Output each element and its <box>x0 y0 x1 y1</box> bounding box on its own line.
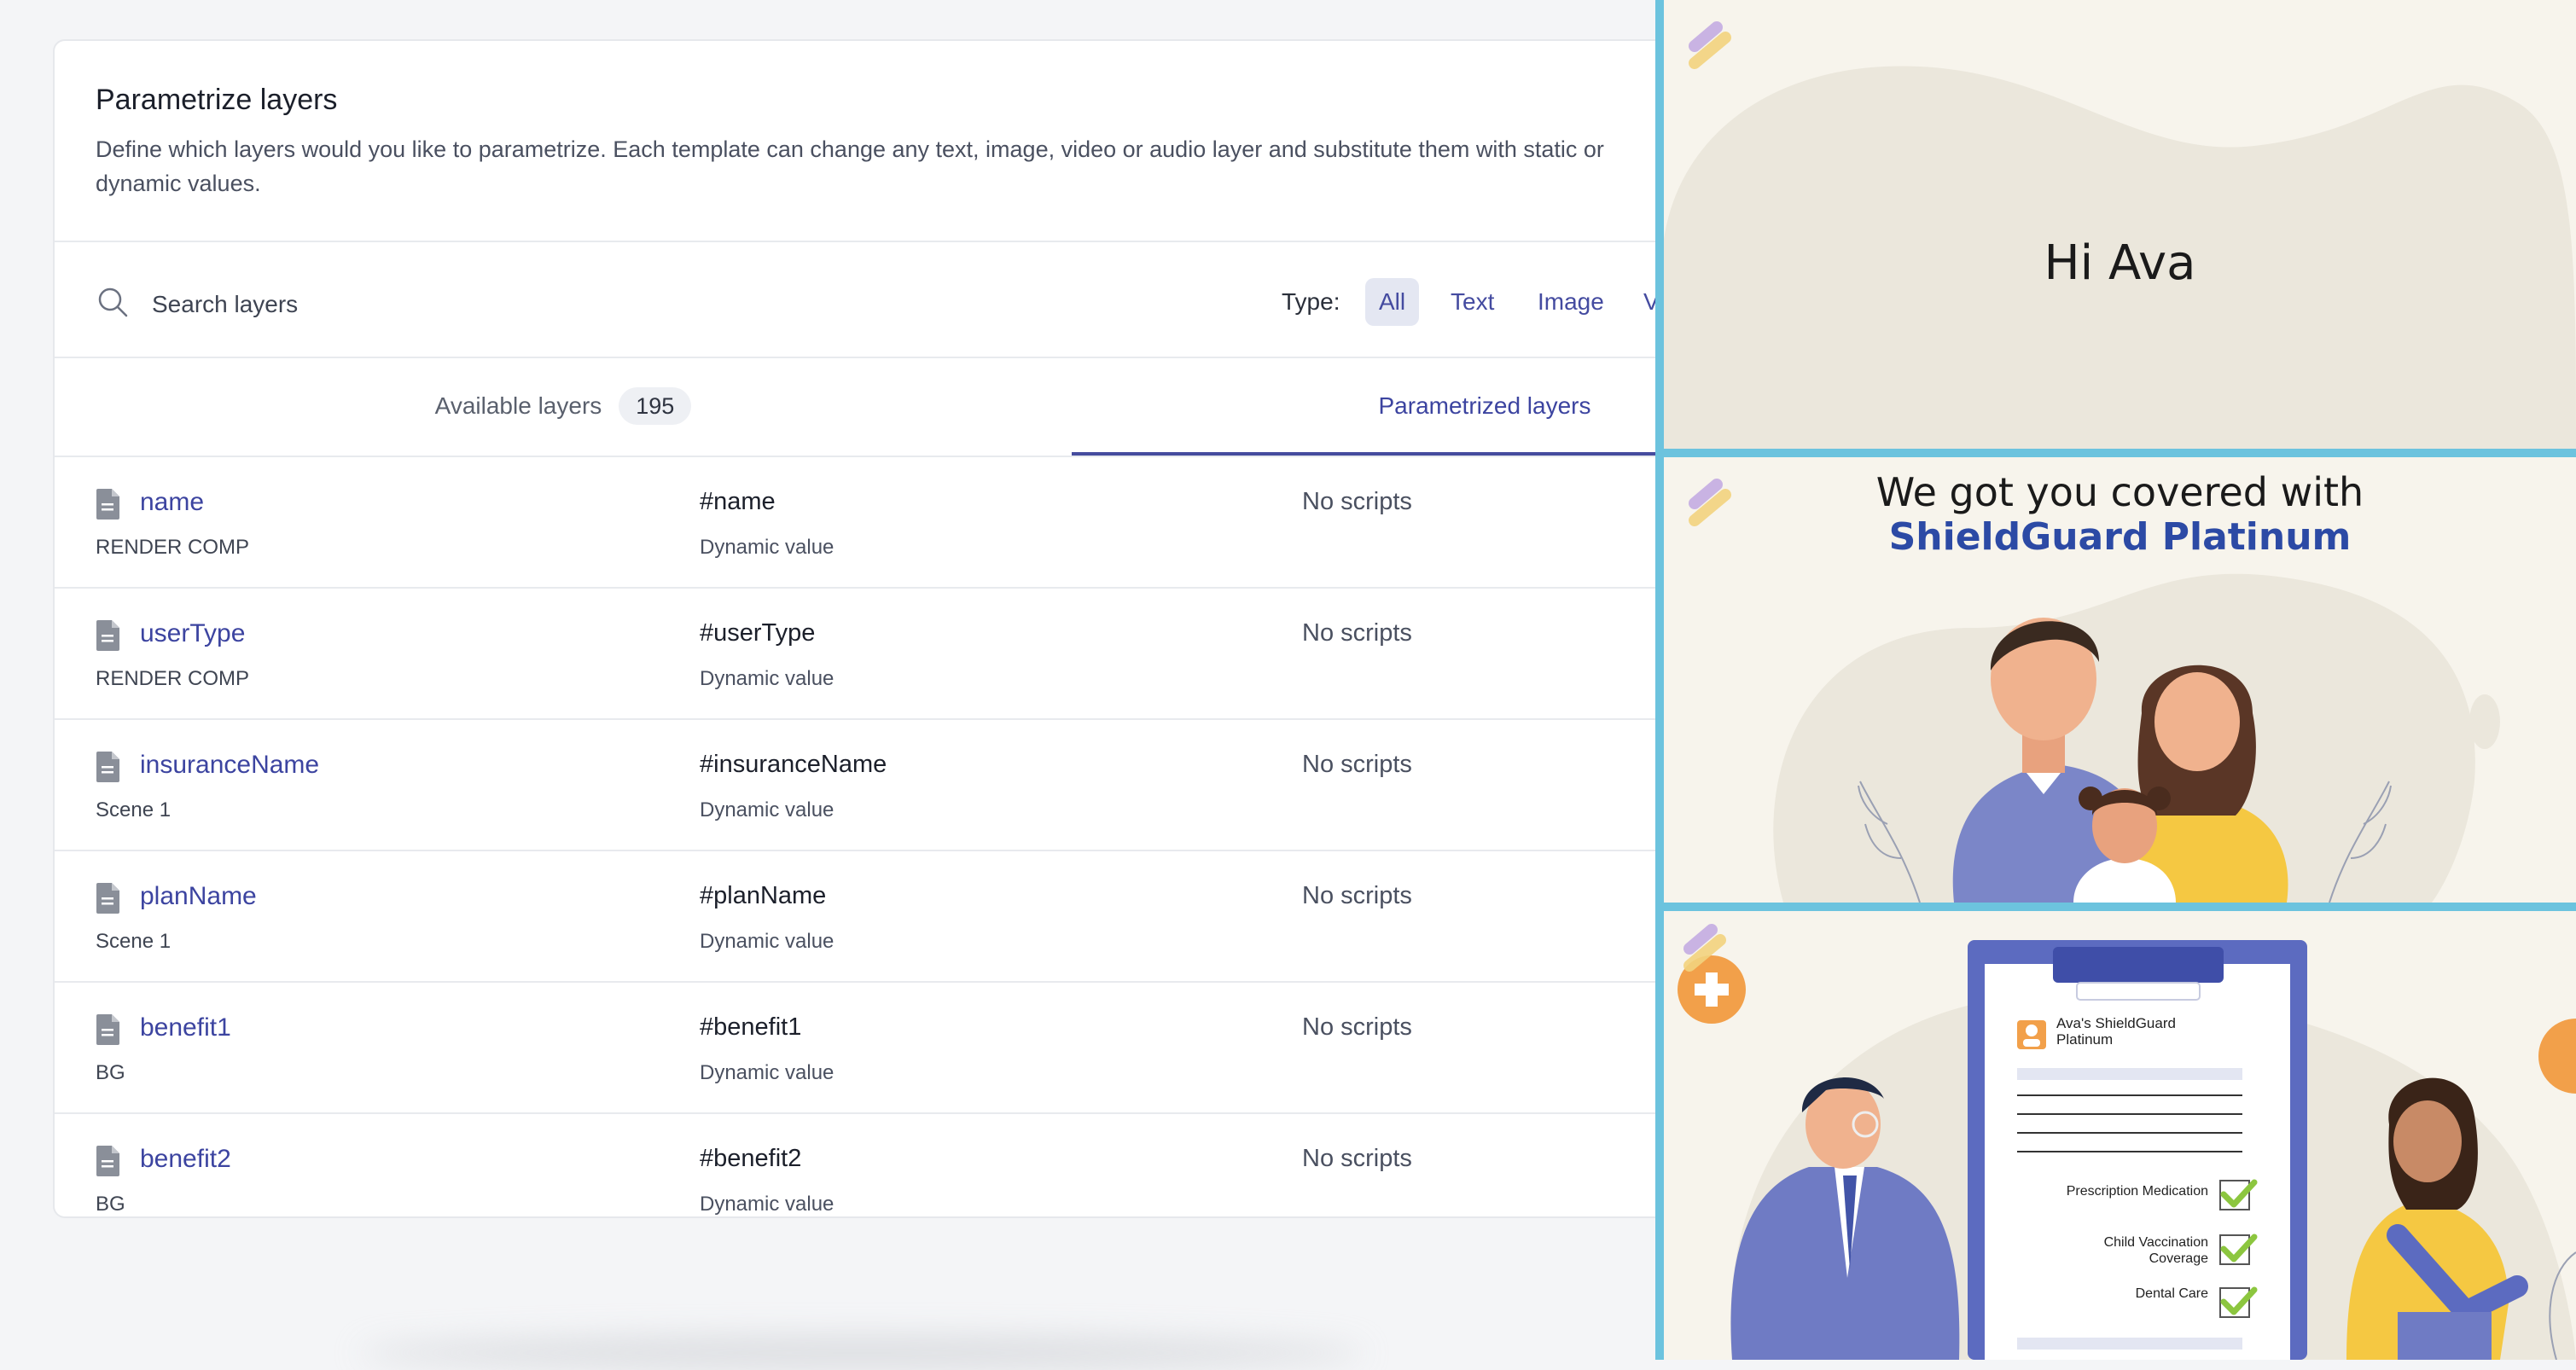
search-input[interactable] <box>150 287 836 322</box>
layer-comp: Scene 1 <box>96 798 172 821</box>
divider <box>55 241 1676 242</box>
table-row: userType RENDER COMP #userType Dynamic v… <box>55 587 1676 720</box>
param-value-type: Dynamic value <box>700 667 834 690</box>
scripts-status: No scripts <box>1302 882 1412 909</box>
table-row: benefit2 BG #benefit2 Dynamic value No s… <box>55 1112 1676 1216</box>
document-icon <box>96 1146 119 1176</box>
plan-headline: We got you covered with <box>1875 469 2364 515</box>
layer-comp: Scene 1 <box>96 930 172 953</box>
param-value-type: Dynamic value <box>700 1061 834 1084</box>
param-value-type: Dynamic value <box>700 930 834 953</box>
doc-title: Ava's ShieldGuard Platinum <box>2056 1015 2176 1048</box>
divider <box>55 357 1676 358</box>
layer-comp: BG <box>96 1193 125 1216</box>
param-key: #benefit2 <box>700 1145 802 1172</box>
greeting-text: Hi Ava <box>2044 235 2196 291</box>
tab-parametrized-layers[interactable]: Parametrized layers <box>1072 362 1676 456</box>
doc-title-line1: Ava's ShieldGuard <box>2056 1015 2176 1031</box>
layer-name-link[interactable]: benefit1 <box>140 1013 231 1042</box>
preview-frame-benefits: Ava's ShieldGuard Platinum Prescription … <box>1664 911 2576 1360</box>
param-key: #userType <box>700 619 816 647</box>
document-icon <box>96 752 119 782</box>
param-value-type: Dynamic value <box>700 536 834 559</box>
brand-logo-icon <box>1683 924 1726 972</box>
panel-title: Parametrize layers <box>96 84 338 116</box>
scripts-status: No scripts <box>1302 488 1412 515</box>
param-value-type: Dynamic value <box>700 1193 834 1216</box>
search-icon <box>98 287 128 317</box>
layer-comp: RENDER COMP <box>96 667 250 690</box>
param-key: #insuranceName <box>700 751 887 778</box>
param-key: #name <box>700 488 776 515</box>
param-key: #benefit1 <box>700 1013 802 1041</box>
layer-name-link[interactable]: benefit2 <box>140 1145 231 1174</box>
available-count-badge: 195 <box>619 387 692 425</box>
document-icon <box>96 1014 119 1045</box>
panel-header: Parametrize layers Define which layers w… <box>96 84 1676 200</box>
plan-name: ShieldGuard Platinum <box>1888 515 2352 559</box>
doc-title-line2: Platinum <box>2056 1031 2114 1048</box>
benefit-item: Dental Care <box>2135 1286 2208 1301</box>
tab-available-label: Available layers <box>434 392 602 419</box>
video-preview-column: Hi Ava We got you covered with ShieldGua… <box>1655 0 2576 1360</box>
param-key: #planName <box>700 882 827 909</box>
table-row: insuranceName Scene 1 #insuranceName Dyn… <box>55 718 1676 851</box>
brand-logo-icon <box>1689 21 1731 69</box>
preview-frame-plan: We got you covered with ShieldGuard Plat… <box>1664 457 2576 903</box>
type-filter-all[interactable]: All <box>1365 278 1420 326</box>
preview-frame-greeting: Hi Ava <box>1664 0 2576 449</box>
document-icon <box>96 489 119 520</box>
layer-name-link[interactable]: userType <box>140 619 245 648</box>
layer-name-link[interactable]: insuranceName <box>140 751 319 780</box>
benefit-item: Coverage <box>2149 1251 2208 1266</box>
benefit-item: Child Vaccination <box>2103 1235 2208 1250</box>
search-bar: Type: All Text Image Video <box>96 263 1676 351</box>
scripts-status: No scripts <box>1302 1145 1412 1172</box>
table-row: benefit1 BG #benefit1 Dynamic value No s… <box>55 981 1676 1114</box>
type-filter-label: Type: <box>1282 288 1340 315</box>
layer-name-link[interactable]: planName <box>140 882 257 911</box>
layer-name-link[interactable]: name <box>140 488 204 517</box>
panel-description: Define which layers would you like to pa… <box>96 136 1604 196</box>
tab-parametrized-label: Parametrized layers <box>1378 392 1591 419</box>
document-icon <box>96 883 119 914</box>
layer-comp: RENDER COMP <box>96 536 250 559</box>
scripts-status: No scripts <box>1302 1013 1412 1041</box>
blob-background <box>1664 66 2576 449</box>
scripts-status: No scripts <box>1302 619 1412 647</box>
bottom-shadow <box>358 1336 1365 1370</box>
table-row: name RENDER COMP #name Dynamic value No … <box>55 456 1676 589</box>
benefit-item: Prescription Medication <box>2066 1184 2208 1199</box>
parametrize-panel: Parametrize layers Define which layers w… <box>53 39 1678 1218</box>
tab-available-layers[interactable]: Available layers 195 <box>55 362 1072 456</box>
document-icon <box>96 620 119 651</box>
scripts-status: No scripts <box>1302 751 1412 778</box>
table-row: planName Scene 1 #planName Dynamic value… <box>55 850 1676 983</box>
type-filter-image[interactable]: Image <box>1524 278 1618 326</box>
type-filter-text[interactable]: Text <box>1437 278 1508 326</box>
layer-comp: BG <box>96 1061 125 1084</box>
param-value-type: Dynamic value <box>700 798 834 821</box>
